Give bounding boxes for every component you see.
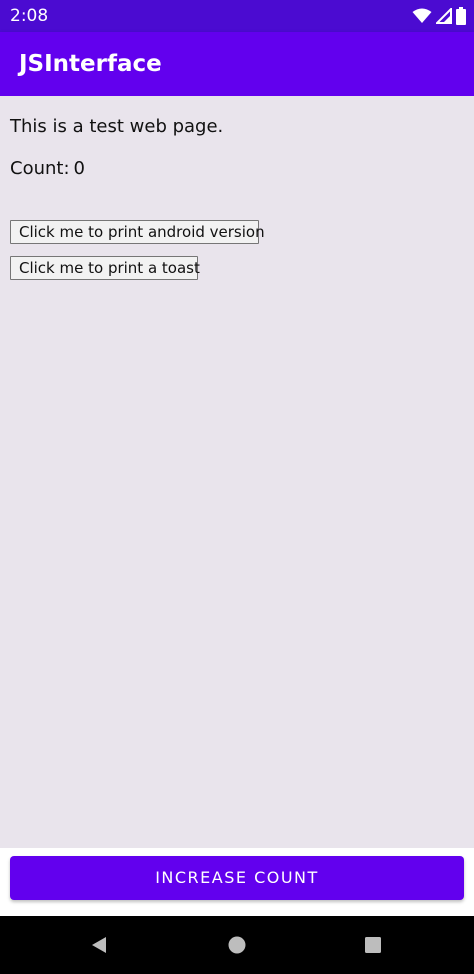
wifi-icon bbox=[412, 8, 432, 24]
print-toast-button[interactable]: Click me to print a toast bbox=[10, 256, 200, 280]
recents-icon[interactable] bbox=[363, 935, 383, 955]
signal-icon bbox=[436, 8, 452, 24]
increase-count-button[interactable]: INCREASE COUNT bbox=[10, 856, 464, 900]
bottom-area: INCREASE COUNT bbox=[0, 848, 474, 916]
status-time: 2:08 bbox=[10, 6, 49, 26]
back-icon[interactable] bbox=[89, 935, 109, 955]
battery-icon bbox=[456, 7, 466, 25]
home-icon[interactable] bbox=[227, 935, 247, 955]
app-title: JSInterface bbox=[19, 51, 162, 77]
app-bar: JSInterface bbox=[0, 32, 474, 96]
print-android-version-button[interactable]: Click me to print android version bbox=[10, 220, 265, 244]
status-icons bbox=[412, 6, 466, 26]
page-heading: This is a test web page. bbox=[10, 116, 224, 137]
navigation-bar bbox=[0, 916, 474, 974]
webview: This is a test web page. Count: 0 Click m… bbox=[0, 96, 474, 848]
count-value: 0 bbox=[73, 158, 85, 179]
count-label: Count: bbox=[10, 158, 70, 179]
status-bar: 2:08 bbox=[0, 0, 474, 32]
count-text: Count: 0 bbox=[10, 158, 85, 180]
